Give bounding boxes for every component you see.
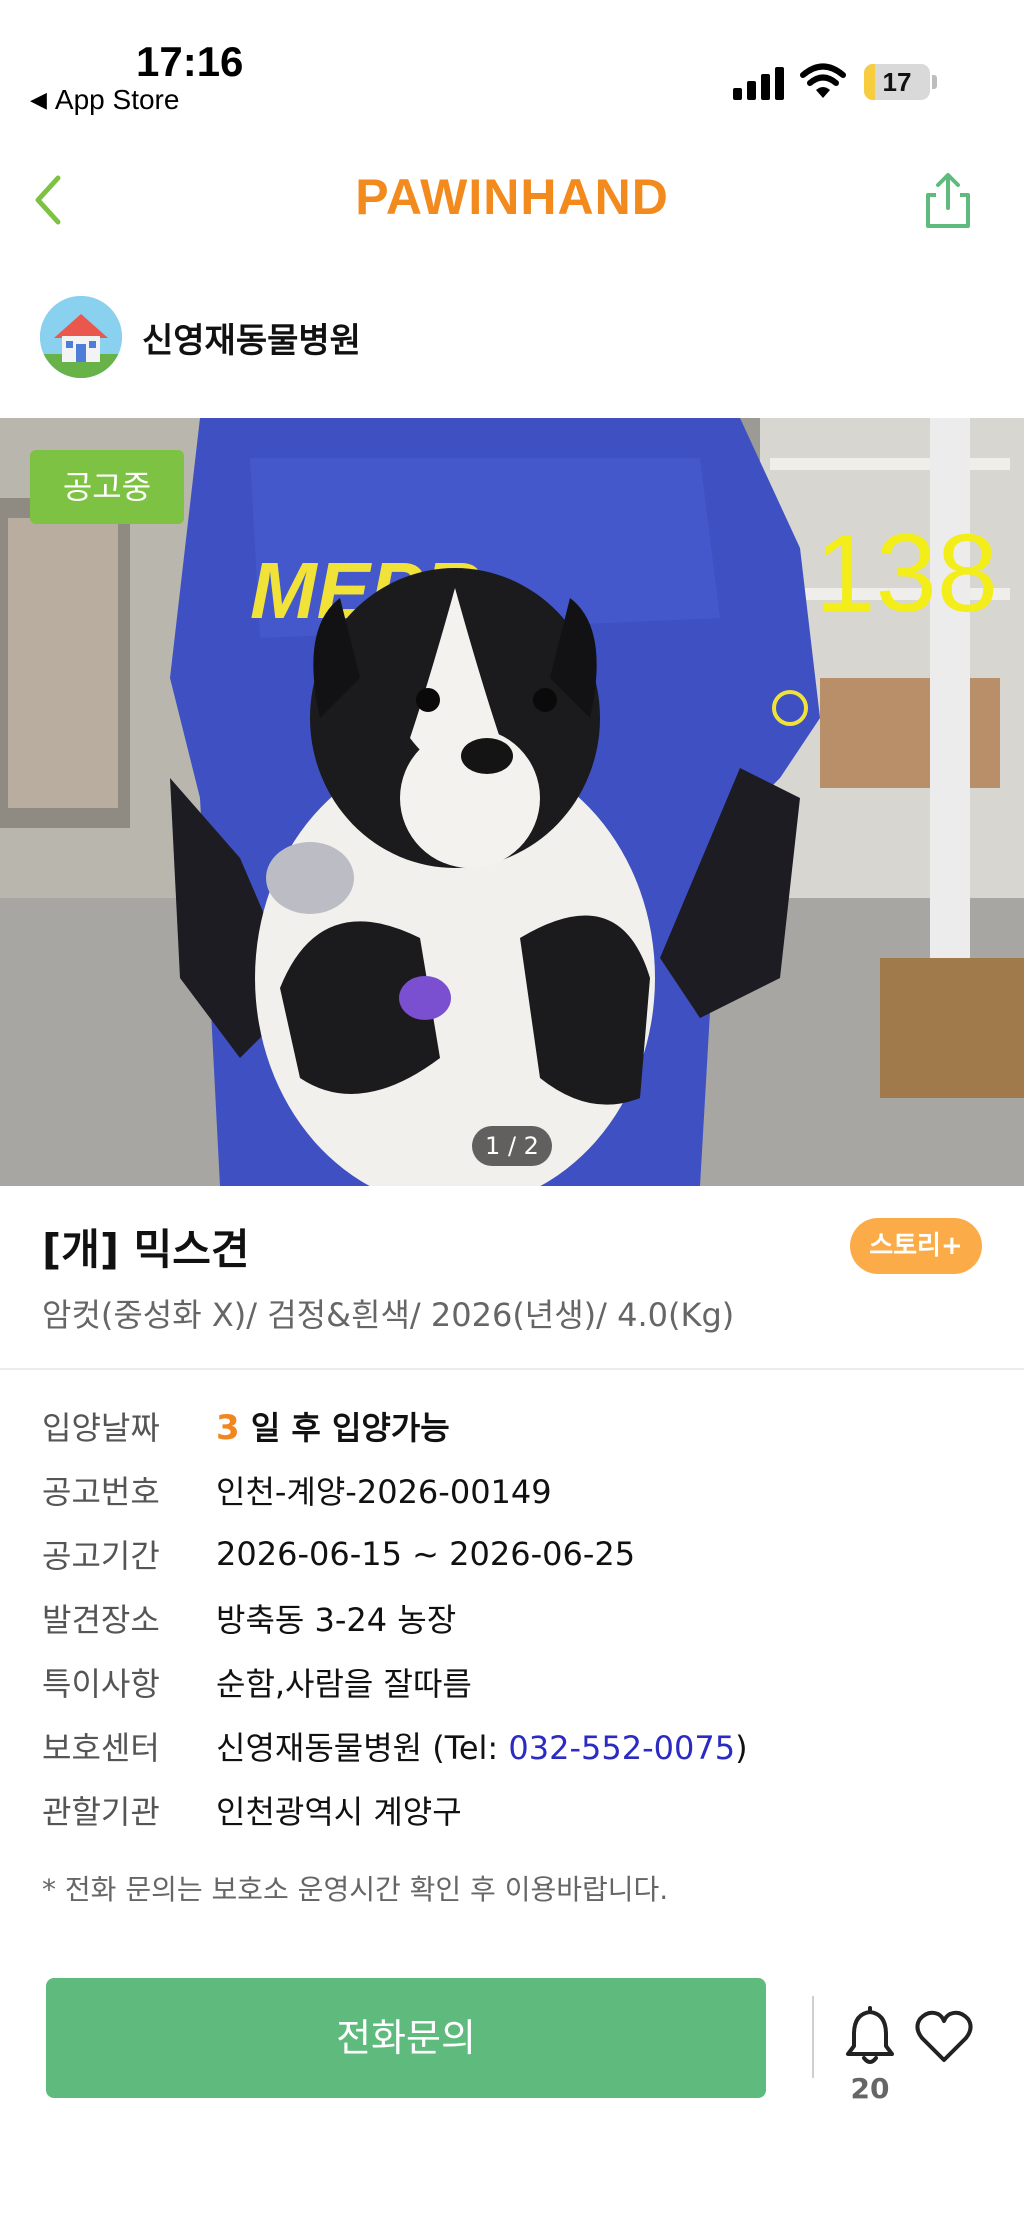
shelter-value-suffix: ) [735,1729,748,1767]
found-place-value: 방축동 3-24 농장 [216,1601,457,1639]
animal-summary: 암컷(중성화 X)/ 검정&흰색/ 2026(년생)/ 4.0(Kg) [42,1296,735,1334]
shelter-avatar [40,296,122,378]
vertical-divider [812,1996,814,2078]
animal-photo[interactable]: MEPR 공고중 138 1 / 2 [0,418,1024,1186]
status-time: 17:16 [136,38,244,85]
cellular-signal-icon [733,66,785,100]
status-tag: 공고중 [30,450,184,524]
shelter-name: 신영재동물병원 [142,320,361,361]
detail-label: 공고번호 [42,1473,160,1511]
bell-count: 20 [850,2072,890,2105]
detail-label: 입양날짜 [42,1409,160,1447]
detail-row-shelter: 보호센터 신영재동물병원 (Tel: 032-552-0075) [42,1714,1002,1778]
adoption-days-number: 3 [216,1408,240,1448]
battery-percent: 17 [882,67,912,97]
notice-period-value: 2026-06-15 ~ 2026-06-25 [216,1535,636,1573]
detail-list: 입양날짜 3 일 후 입양가능 공고번호 인천-계양-2026-00149 공고… [42,1394,1002,1842]
detail-label: 관할기관 [42,1793,160,1831]
agency-value: 인천광역시 계양구 [216,1793,462,1831]
heart-icon[interactable] [914,2008,974,2064]
detail-row-special-notes: 특이사항 순함,사람을 잘따름 [42,1650,1002,1714]
notice-number-value: 인천-계양-2026-00149 [216,1473,552,1511]
house-icon [40,296,122,378]
detail-row-adoption-date: 입양날짜 3 일 후 입양가능 [42,1394,1002,1458]
detail-row-agency: 관할기관 인천광역시 계양구 [42,1778,1002,1842]
back-triangle-icon: ◀ [30,87,47,112]
detail-row-found-place: 발견장소 방축동 3-24 농장 [42,1586,1002,1650]
adoption-days-text: 일 후 입양가능 [250,1409,450,1447]
special-notes-value: 순함,사람을 잘따름 [216,1665,472,1703]
back-app-label: App Store [54,84,180,115]
photo-number-overlay: 138 [814,512,998,635]
bell-icon[interactable] [842,2006,898,2066]
detail-label: 발견장소 [42,1601,160,1639]
story-button[interactable]: 스토리+ [850,1218,982,1274]
detail-row-notice-period: 공고기간 2026-06-15 ~ 2026-06-25 [42,1522,1002,1586]
animal-title: [개] 믹스견 [42,1225,250,1274]
divider [0,1368,1024,1370]
app-logo: PAWINHAND [355,169,669,225]
detail-label: 공고기간 [42,1537,160,1575]
share-icon[interactable] [918,170,978,230]
back-to-app-store[interactable]: ◀ App Store [30,84,179,116]
detail-label: 보호센터 [42,1729,160,1767]
battery-icon: 17 [864,64,930,100]
detail-label: 특이사항 [42,1665,160,1703]
shelter-header[interactable]: 신영재동물병원 [40,296,361,378]
call-inquiry-button[interactable]: 전화문의 [46,1978,766,2098]
adoption-date-value: 3 일 후 입양가능 [216,1403,450,1449]
shelter-phone-link[interactable]: 032-552-0075 [508,1729,735,1767]
status-bar: 17:16 ◀ App Store 17 [0,0,1024,130]
photo-pager: 1 / 2 [472,1126,552,1166]
detail-row-notice-no: 공고번호 인천-계양-2026-00149 [42,1458,1002,1522]
app-header: PAWINHAND [0,150,1024,250]
phone-notice: * 전화 문의는 보호소 운영시간 확인 후 이용바랍니다. [42,1873,669,1906]
battery-nub [932,75,937,89]
wifi-icon [800,63,846,98]
shelter-value-name: 신영재동물병원 (Tel: [216,1729,509,1767]
shelter-value: 신영재동물병원 (Tel: 032-552-0075) [216,1723,748,1769]
